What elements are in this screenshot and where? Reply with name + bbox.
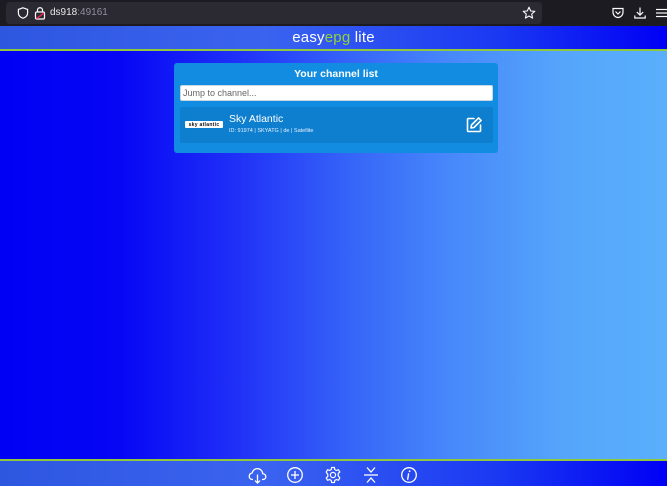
menu-icon[interactable] bbox=[655, 6, 667, 20]
channel-logo: sky atlantic bbox=[185, 121, 223, 128]
url-host: ds918 bbox=[50, 7, 78, 18]
channel-logo-text: sky atlantic bbox=[188, 121, 220, 128]
channel-row[interactable]: sky atlantic Sky Atlantic ID: 91974 | SK… bbox=[180, 107, 493, 143]
channel-list-panel: Your channel list sky atlantic Sky Atlan… bbox=[174, 63, 498, 153]
add-button[interactable] bbox=[285, 465, 305, 485]
pocket-icon[interactable] bbox=[611, 6, 625, 20]
footer-toolbar bbox=[0, 459, 667, 486]
brand-suffix: lite bbox=[350, 29, 375, 46]
brand-accent: epg bbox=[324, 29, 351, 46]
import-button[interactable] bbox=[247, 465, 267, 485]
info-icon bbox=[401, 467, 417, 483]
jump-to-channel-input[interactable] bbox=[180, 85, 493, 101]
collapse-button[interactable] bbox=[361, 465, 381, 485]
bookmark-star-icon[interactable] bbox=[522, 6, 536, 20]
lock-icon[interactable] bbox=[34, 6, 46, 20]
settings-icon bbox=[325, 466, 341, 484]
channel-meta: ID: 91974 | SKYATG | de | Satellite bbox=[229, 128, 314, 134]
main-content: Your channel list sky atlantic Sky Atlan… bbox=[0, 51, 667, 459]
settings-button[interactable] bbox=[323, 465, 343, 485]
brand-logo[interactable]: easyepg lite bbox=[292, 29, 374, 46]
url-port: :49161 bbox=[77, 7, 108, 18]
app-header: easyepg lite bbox=[0, 26, 667, 51]
url-text[interactable]: ds918:49161 bbox=[50, 6, 108, 20]
info-button[interactable] bbox=[399, 465, 419, 485]
channel-name: Sky Atlantic bbox=[229, 113, 284, 125]
download-icon[interactable] bbox=[633, 6, 647, 20]
browser-toolbar: ds918:49161 bbox=[0, 0, 667, 26]
shield-icon[interactable] bbox=[17, 7, 29, 19]
cloud-download-icon bbox=[248, 467, 266, 484]
edit-channel-button[interactable] bbox=[463, 114, 485, 136]
address-bar[interactable]: ds918:49161 bbox=[6, 2, 542, 24]
add-icon bbox=[287, 467, 303, 483]
edit-icon bbox=[466, 117, 482, 133]
brand-prefix: easy bbox=[292, 29, 325, 46]
panel-title: Your channel list bbox=[294, 68, 378, 80]
collapse-icon bbox=[364, 467, 378, 483]
